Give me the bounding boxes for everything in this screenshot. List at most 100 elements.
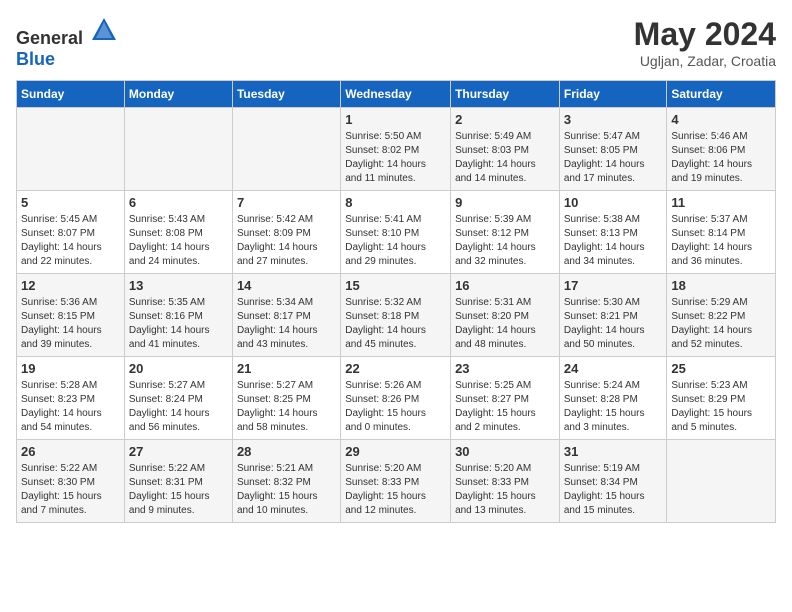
day-info: Sunrise: 5:36 AM Sunset: 8:15 PM Dayligh… [21, 296, 120, 352]
day-info: Sunrise: 5:31 AM Sunset: 8:20 PM Dayligh… [455, 296, 555, 352]
calendar-cell: 5 Sunrise: 5:45 AM Sunset: 8:07 PM Daylig… [17, 191, 125, 274]
calendar-header-friday: Friday [559, 81, 667, 108]
calendar-cell: 3 Sunrise: 5:47 AM Sunset: 8:05 PM Daylig… [559, 108, 667, 191]
calendar-cell: 7Sunrise: 5:42 AM Sunset: 8:09 PM Daylig… [232, 191, 340, 274]
logo-text: General Blue [16, 16, 118, 70]
calendar-cell: 21Sunrise: 5:27 AM Sunset: 8:25 PM Dayli… [232, 357, 340, 440]
location-title: Ugljan, Zadar, Croatia [634, 53, 776, 69]
day-info: Sunrise: 5:20 AM Sunset: 8:33 PM Dayligh… [455, 462, 555, 518]
day-number: 6 [129, 195, 228, 210]
day-info: Sunrise: 5:47 AM Sunset: 8:05 PM Dayligh… [564, 130, 663, 186]
day-info: Sunrise: 5:30 AM Sunset: 8:21 PM Dayligh… [564, 296, 663, 352]
calendar-cell: 29 Sunrise: 5:20 AM Sunset: 8:33 PM Dayli… [341, 440, 451, 523]
calendar-cell: 18Sunrise: 5:29 AM Sunset: 8:22 PM Dayli… [667, 274, 776, 357]
day-number: 5 [21, 195, 120, 210]
day-info: Sunrise: 5:23 AM Sunset: 8:29 PM Dayligh… [671, 379, 771, 435]
calendar-cell: 26 Sunrise: 5:22 AM Sunset: 8:30 PM Dayli… [17, 440, 125, 523]
day-info: Sunrise: 5:26 AM Sunset: 8:26 PM Dayligh… [345, 379, 446, 435]
day-number: 17 [564, 278, 663, 293]
calendar-cell: 1 Sunrise: 5:50 AM Sunset: 8:02 PM Daylig… [341, 108, 451, 191]
calendar-cell: 25 Sunrise: 5:23 AM Sunset: 8:29 PM Dayli… [667, 357, 776, 440]
day-info: Sunrise: 5:37 AM Sunset: 8:14 PM Dayligh… [671, 213, 771, 269]
calendar-cell: 11 Sunrise: 5:37 AM Sunset: 8:14 PM Dayli… [667, 191, 776, 274]
day-number: 26 [21, 444, 120, 459]
day-info: Sunrise: 5:41 AM Sunset: 8:10 PM Dayligh… [345, 213, 446, 269]
calendar-week-row: 12 Sunrise: 5:36 AM Sunset: 8:15 PM Dayli… [17, 274, 776, 357]
day-info: Sunrise: 5:22 AM Sunset: 8:31 PM Dayligh… [129, 462, 228, 518]
day-info: Sunrise: 5:42 AM Sunset: 8:09 PM Dayligh… [237, 213, 336, 269]
day-info: Sunrise: 5:22 AM Sunset: 8:30 PM Dayligh… [21, 462, 120, 518]
day-info: Sunrise: 5:27 AM Sunset: 8:25 PM Dayligh… [237, 379, 336, 435]
day-number: 10 [564, 195, 663, 210]
day-number: 11 [671, 195, 771, 210]
day-number: 31 [564, 444, 663, 459]
day-info: Sunrise: 5:35 AM Sunset: 8:16 PM Dayligh… [129, 296, 228, 352]
calendar-header-tuesday: Tuesday [232, 81, 340, 108]
calendar-cell [232, 108, 340, 191]
day-number: 18 [671, 278, 771, 293]
calendar-cell: 13 Sunrise: 5:35 AM Sunset: 8:16 PM Dayli… [124, 274, 232, 357]
calendar-cell [667, 440, 776, 523]
calendar-cell [17, 108, 125, 191]
calendar-week-row: 19Sunrise: 5:28 AM Sunset: 8:23 PM Dayli… [17, 357, 776, 440]
logo: General Blue [16, 16, 118, 70]
calendar-cell: 2Sunrise: 5:49 AM Sunset: 8:03 PM Daylig… [451, 108, 560, 191]
day-number: 16 [455, 278, 555, 293]
day-number: 22 [345, 361, 446, 376]
day-info: Sunrise: 5:25 AM Sunset: 8:27 PM Dayligh… [455, 379, 555, 435]
calendar-week-row: 26 Sunrise: 5:22 AM Sunset: 8:30 PM Dayli… [17, 440, 776, 523]
calendar-header-sunday: Sunday [17, 81, 125, 108]
day-number: 20 [129, 361, 228, 376]
calendar-cell: 6 Sunrise: 5:43 AM Sunset: 8:08 PM Daylig… [124, 191, 232, 274]
day-number: 12 [21, 278, 120, 293]
calendar-cell: 24Sunrise: 5:24 AM Sunset: 8:28 PM Dayli… [559, 357, 667, 440]
day-number: 23 [455, 361, 555, 376]
day-info: Sunrise: 5:50 AM Sunset: 8:02 PM Dayligh… [345, 130, 446, 186]
calendar-cell: 28 Sunrise: 5:21 AM Sunset: 8:32 PM Dayli… [232, 440, 340, 523]
day-info: Sunrise: 5:21 AM Sunset: 8:32 PM Dayligh… [237, 462, 336, 518]
calendar-header-saturday: Saturday [667, 81, 776, 108]
calendar-cell: 20Sunrise: 5:27 AM Sunset: 8:24 PM Dayli… [124, 357, 232, 440]
day-info: Sunrise: 5:34 AM Sunset: 8:17 PM Dayligh… [237, 296, 336, 352]
day-number: 27 [129, 444, 228, 459]
day-info: Sunrise: 5:19 AM Sunset: 8:34 PM Dayligh… [564, 462, 663, 518]
day-info: Sunrise: 5:38 AM Sunset: 8:13 PM Dayligh… [564, 213, 663, 269]
day-info: Sunrise: 5:32 AM Sunset: 8:18 PM Dayligh… [345, 296, 446, 352]
page-header: General Blue May 2024 Ugljan, Zadar, Cro… [16, 16, 776, 70]
day-info: Sunrise: 5:46 AM Sunset: 8:06 PM Dayligh… [671, 130, 771, 186]
day-info: Sunrise: 5:20 AM Sunset: 8:33 PM Dayligh… [345, 462, 446, 518]
day-number: 29 [345, 444, 446, 459]
calendar-cell: 22 Sunrise: 5:26 AM Sunset: 8:26 PM Dayli… [341, 357, 451, 440]
day-number: 15 [345, 278, 446, 293]
day-number: 30 [455, 444, 555, 459]
day-info: Sunrise: 5:45 AM Sunset: 8:07 PM Dayligh… [21, 213, 120, 269]
day-number: 14 [237, 278, 336, 293]
logo-blue: Blue [16, 49, 55, 69]
calendar-week-row: 5 Sunrise: 5:45 AM Sunset: 8:07 PM Daylig… [17, 191, 776, 274]
title-area: May 2024 Ugljan, Zadar, Croatia [634, 16, 776, 69]
calendar-week-row: 1 Sunrise: 5:50 AM Sunset: 8:02 PM Daylig… [17, 108, 776, 191]
day-number: 13 [129, 278, 228, 293]
day-info: Sunrise: 5:24 AM Sunset: 8:28 PM Dayligh… [564, 379, 663, 435]
day-number: 3 [564, 112, 663, 127]
day-number: 28 [237, 444, 336, 459]
calendar-table: SundayMondayTuesdayWednesdayThursdayFrid… [16, 80, 776, 523]
calendar-cell: 16 Sunrise: 5:31 AM Sunset: 8:20 PM Dayli… [451, 274, 560, 357]
day-number: 25 [671, 361, 771, 376]
day-number: 4 [671, 112, 771, 127]
calendar-header-monday: Monday [124, 81, 232, 108]
calendar-header-row: SundayMondayTuesdayWednesdayThursdayFrid… [17, 81, 776, 108]
logo-icon [90, 16, 118, 44]
calendar-cell: 12 Sunrise: 5:36 AM Sunset: 8:15 PM Dayli… [17, 274, 125, 357]
day-number: 1 [345, 112, 446, 127]
calendar-cell: 19Sunrise: 5:28 AM Sunset: 8:23 PM Dayli… [17, 357, 125, 440]
day-info: Sunrise: 5:43 AM Sunset: 8:08 PM Dayligh… [129, 213, 228, 269]
calendar-cell: 30 Sunrise: 5:20 AM Sunset: 8:33 PM Dayli… [451, 440, 560, 523]
day-info: Sunrise: 5:49 AM Sunset: 8:03 PM Dayligh… [455, 130, 555, 186]
calendar-cell: 17 Sunrise: 5:30 AM Sunset: 8:21 PM Dayli… [559, 274, 667, 357]
day-info: Sunrise: 5:28 AM Sunset: 8:23 PM Dayligh… [21, 379, 120, 435]
day-number: 8 [345, 195, 446, 210]
calendar-cell: 23 Sunrise: 5:25 AM Sunset: 8:27 PM Dayli… [451, 357, 560, 440]
calendar-header-wednesday: Wednesday [341, 81, 451, 108]
logo-general: General [16, 28, 83, 48]
